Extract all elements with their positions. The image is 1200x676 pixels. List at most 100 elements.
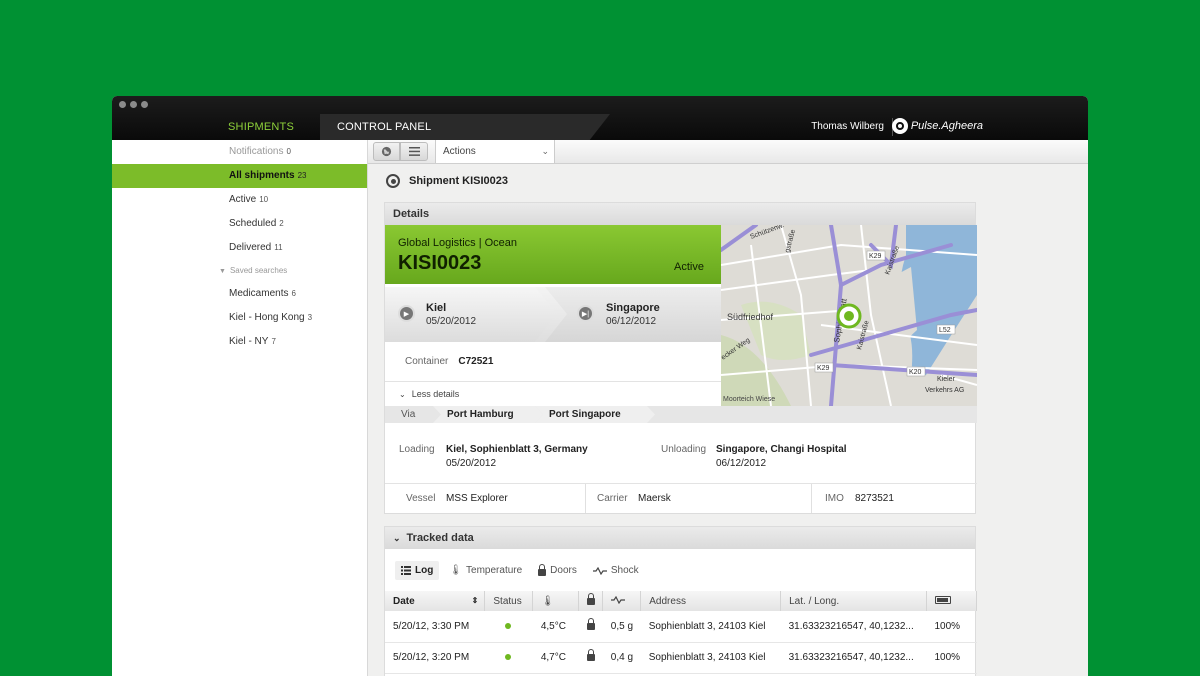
sidebar-item-count: 3 xyxy=(307,313,313,322)
column-label: Date xyxy=(393,595,415,607)
tracked-tabs: Log 🌡︎ Temperature Doors Shock xyxy=(395,561,645,580)
sidebar-item-notifications[interactable]: Notifications 0 xyxy=(112,140,367,164)
chevron-down-icon: ⌄ xyxy=(399,390,406,399)
battery-column-header[interactable] xyxy=(926,591,978,611)
unloading-value: Singapore, Changi Hospital 06/12/2012 xyxy=(716,444,847,469)
saved-search-kiel-hong-kong[interactable]: Kiel - Hong Kong 3 xyxy=(112,306,367,330)
location-pin-icon[interactable] xyxy=(836,303,862,329)
sidebar-item-count: 6 xyxy=(291,289,296,298)
vessel-info-row: Vessel MSS Explorer Carrier Maersk IMO 8… xyxy=(385,484,977,513)
column-label: Lat. / Long. xyxy=(789,595,840,607)
shock-wave-icon xyxy=(611,595,626,604)
column-label: Status xyxy=(493,595,522,607)
sort-icon: ⇕ xyxy=(471,595,479,605)
tab-temperature[interactable]: 🌡︎ Temperature xyxy=(443,561,528,580)
list-icon xyxy=(401,566,411,575)
saved-search-medicaments[interactable]: Medicaments 6 xyxy=(112,282,367,306)
temperature-column-header[interactable]: 🌡︎ xyxy=(532,591,580,611)
container-value: C72521 xyxy=(458,356,494,367)
date-column-header[interactable]: Date ⇕ xyxy=(385,591,486,611)
cell-latlong: 31.63323216547, 40,1232... xyxy=(780,611,927,643)
status-ok-icon xyxy=(504,654,511,660)
sidebar-item-count: 2 xyxy=(279,219,284,228)
map-label-l52: L52 xyxy=(939,327,951,334)
table-header-row: Date ⇕ Status 🌡︎ Address Lat. / Long. xyxy=(385,591,978,611)
close-dot[interactable] xyxy=(119,101,126,108)
sidebar-item-active[interactable]: Active 10 xyxy=(112,188,367,212)
origin-city: Kiel xyxy=(426,302,447,314)
page-title: Shipment KISI0023 xyxy=(409,175,509,187)
loading-date: 05/20/2012 xyxy=(446,458,497,469)
sidebar-item-count: 7 xyxy=(271,337,276,346)
brand-name: Pulse.Agheera xyxy=(910,120,983,132)
status-badge: Active xyxy=(674,261,704,273)
lock-icon xyxy=(587,592,596,605)
via-stop: Port Singapore xyxy=(535,406,655,423)
tab-log[interactable]: Log xyxy=(395,561,440,580)
less-details-toggle[interactable]: ⌄ Less details xyxy=(385,382,721,406)
origin-date: 05/20/2012 xyxy=(426,316,477,327)
tab-shock[interactable]: Shock xyxy=(587,561,645,580)
location-map[interactable]: Südfriedhof Moorteich Wiese Kieler Verke… xyxy=(721,225,977,406)
origin-play-icon: ▶ xyxy=(398,305,415,322)
address-column-header[interactable]: Address xyxy=(640,591,782,611)
route-origin: ▶ Kiel 05/20/2012 xyxy=(385,287,557,342)
minimize-dot[interactable] xyxy=(130,101,137,108)
chevron-down-icon: ⌄ xyxy=(541,146,549,156)
brand-logo: Pulse.Agheera xyxy=(891,118,983,134)
loading-place: Kiel, Sophienblatt 3, Germany xyxy=(446,444,588,455)
shipment-summary-card: Global Logistics | Ocean KISI0023 Active xyxy=(385,225,721,284)
map-view-button[interactable] xyxy=(373,142,400,161)
vessel-value: MSS Explorer xyxy=(446,493,508,504)
table-row[interactable]: 5/20/12, 3:20 PM 4,7°C 0,4 g Sophienblat… xyxy=(385,642,977,674)
tab-label: Temperature xyxy=(466,565,523,576)
sidebar-item-scheduled[interactable]: Scheduled 2 xyxy=(112,212,367,236)
carrier-label: Carrier xyxy=(597,493,628,504)
status-column-header[interactable]: Status xyxy=(484,591,534,611)
destination-skip-icon: ▶| xyxy=(577,305,594,322)
via-label: Via xyxy=(401,409,416,420)
tab-control-panel[interactable]: CONTROL PANEL xyxy=(320,114,610,140)
cell-latlong: 31.63323216547, 40,1232... xyxy=(780,642,927,674)
actions-dropdown[interactable]: Actions ⌄ xyxy=(435,140,555,163)
sidebar-item-label: All shipments xyxy=(229,170,295,181)
map-label-k20: K20 xyxy=(909,369,922,376)
latlong-column-header[interactable]: Lat. / Long. xyxy=(780,591,927,611)
tracked-data-panel: ⌄ Tracked data Log 🌡︎ Temperature Doors xyxy=(384,526,978,676)
saved-search-kiel-ny[interactable]: Kiel - NY 7 xyxy=(112,330,367,354)
list-icon xyxy=(408,147,420,156)
map-label-k29a: K29 xyxy=(869,253,882,260)
tracked-data-table: Date ⇕ Status 🌡︎ Address Lat. / Long. 5/… xyxy=(385,591,978,674)
cell-temperature: 4,7°C xyxy=(532,642,579,674)
sidebar-item-label: Kiel - Hong Kong xyxy=(229,312,305,323)
shock-column-header[interactable] xyxy=(602,591,642,611)
cell-date: 5/20/12, 3:20 PM xyxy=(385,642,485,674)
sidebar-item-count: 11 xyxy=(274,243,283,252)
destination-date: 06/12/2012 xyxy=(606,316,657,327)
table-row[interactable]: 5/20/12, 3:30 PM 4,5°C 0,5 g Sophienblat… xyxy=(385,611,977,643)
tracked-data-header[interactable]: ⌄ Tracked data xyxy=(385,527,975,549)
sidebar-item-delivered[interactable]: Delivered 11 xyxy=(112,236,367,260)
tab-doors[interactable]: Doors xyxy=(532,561,583,580)
vessel-label: Vessel xyxy=(406,493,436,504)
sidebar-item-all-shipments[interactable]: All shipments 23 xyxy=(112,164,367,188)
toolbar: Actions ⌄ xyxy=(368,140,1088,164)
list-view-button[interactable] xyxy=(400,142,428,161)
cell-address: Sophienblatt 3, 24103 Kiel xyxy=(640,642,781,674)
user-name[interactable]: Thomas Wilberg xyxy=(811,121,884,132)
tab-shipments[interactable]: SHIPMENTS xyxy=(112,114,320,140)
sidebar-item-label: Kiel - NY xyxy=(229,336,269,347)
sidebar-item-count: 23 xyxy=(297,171,307,180)
map-label-kieler: Kieler xyxy=(937,376,956,383)
divider xyxy=(811,484,812,513)
imo-value: 8273521 xyxy=(855,493,894,504)
doors-column-header[interactable] xyxy=(578,591,604,611)
loading-label: Loading xyxy=(399,444,435,455)
map-label-k29b: K29 xyxy=(817,365,830,372)
sidebar: Notifications 0 All shipments 23 Active 10 … xyxy=(112,140,368,676)
maximize-dot[interactable] xyxy=(141,101,148,108)
cell-date: 5/20/12, 3:30 PM xyxy=(385,611,485,643)
saved-searches-toggle[interactable]: ▼ Saved searches xyxy=(112,260,367,282)
container-row: Container C72521 xyxy=(385,342,721,382)
destination-city: Singapore xyxy=(606,302,660,314)
